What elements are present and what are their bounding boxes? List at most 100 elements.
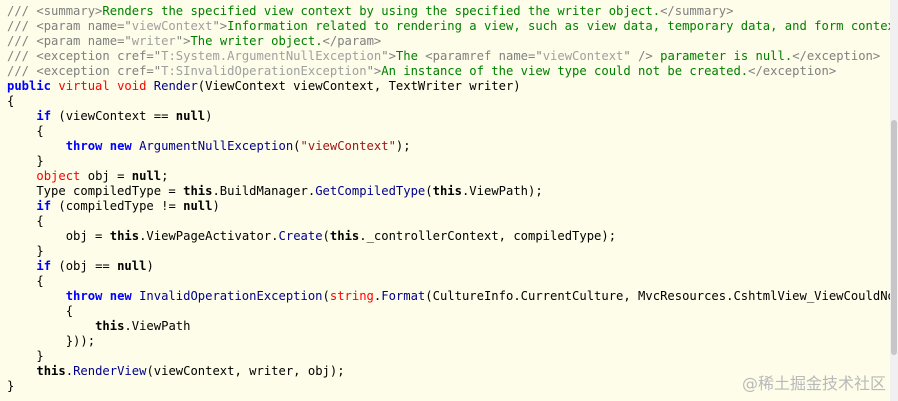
- code-token: this: [329, 229, 360, 243]
- code-token: this: [432, 184, 462, 198]
- code-token: .BuildManager.: [212, 184, 316, 198]
- code-token: null: [183, 199, 213, 213]
- code-line: /// <param name="writer">The writer obje…: [0, 34, 890, 49]
- code-token: ): [212, 199, 220, 213]
- code-token: ///: [7, 49, 37, 63]
- code-line: }: [0, 349, 890, 364]
- code-token: (ViewContext viewContext, TextWriter wri…: [197, 79, 521, 93]
- code-token: Type compiledType =: [7, 184, 184, 198]
- code-token: this: [109, 229, 140, 243]
- code-token: {: [7, 304, 74, 318]
- code-line: {: [0, 94, 890, 109]
- code-token: this: [95, 319, 125, 333]
- code-token: (: [322, 289, 330, 303]
- code-line: throw new ArgumentNullException("viewCon…: [0, 139, 890, 154]
- code-token: obj =: [7, 229, 110, 243]
- code-token: if: [36, 109, 52, 123]
- code-token: Renders the specified view context by us…: [102, 4, 661, 18]
- code-line: object obj = null;: [0, 169, 890, 184]
- code-token: if: [36, 259, 52, 273]
- code-token: ): [146, 259, 154, 273]
- code-token: .ViewPageActivator.: [139, 229, 279, 243]
- code-token: ">: [366, 64, 382, 78]
- code-token: this: [36, 364, 66, 378]
- vertical-scrollbar[interactable]: [890, 0, 898, 401]
- code-token: <param name=": [36, 19, 132, 33]
- code-token: InvalidOperationException: [139, 289, 323, 303]
- code-line: public virtual void Render(ViewContext v…: [0, 79, 890, 94]
- code-token: ">: [212, 19, 228, 33]
- code-token: ///: [7, 64, 37, 78]
- code-token: Information related to rendering a view,…: [227, 19, 890, 33]
- code-line: }: [0, 244, 890, 259]
- code-token: <summary>: [36, 4, 103, 18]
- code-line: Type compiledType = this .BuildManager.Ge…: [0, 184, 890, 199]
- code-line: /// <summary>Renders the specified view …: [0, 4, 890, 19]
- code-token: Render: [153, 79, 198, 93]
- code-line: {: [0, 214, 890, 229]
- code-token: <paramref name=": [425, 49, 543, 63]
- code-token: ._controllerContext, compiledType);: [359, 229, 617, 243]
- code-line: {: [0, 124, 890, 139]
- code-token: {: [7, 214, 44, 228]
- code-token: </param>: [322, 34, 382, 48]
- code-token: </summary>: [660, 4, 734, 18]
- code-token: " />: [623, 49, 653, 63]
- code-token: Format: [381, 289, 426, 303]
- code-token: ArgumentNullException: [139, 139, 294, 153]
- code-line: if (obj == null): [0, 259, 890, 274]
- code-line: {: [0, 304, 890, 319]
- code-token: <exception cref=": [36, 64, 162, 78]
- code-token: public: [7, 79, 59, 93]
- code-token: (: [293, 139, 301, 153]
- code-token: (: [425, 184, 433, 198]
- code-token: (: [322, 229, 330, 243]
- code-token: RenderView: [73, 364, 147, 378]
- code-token: .ViewPath: [124, 319, 191, 333]
- code-token: T:SInvalidOperationException: [161, 64, 367, 78]
- code-token: null: [131, 169, 162, 183]
- code-token: The writer object.: [190, 34, 323, 48]
- code-token: throw new: [65, 139, 140, 153]
- code-token: );: [395, 139, 411, 153]
- code-token: {: [7, 124, 44, 138]
- scrollbar-thumb[interactable]: [891, 120, 897, 355]
- code-token: ///: [7, 34, 37, 48]
- code-line: /// <exception cref="T:SInvalidOperation…: [0, 64, 890, 79]
- code-token: ///: [7, 4, 37, 18]
- code-line: throw new InvalidOperationException(stri…: [0, 289, 890, 304]
- code-token: (obj ==: [51, 259, 118, 273]
- code-token: null: [117, 259, 147, 273]
- code-editor[interactable]: /// <summary>Renders the specified view …: [0, 0, 890, 401]
- code-token: Create: [278, 229, 323, 243]
- code-token: obj =: [80, 169, 132, 183]
- code-line: /// <param name="viewContext">Informatio…: [0, 19, 890, 34]
- code-token: (compiledType !=: [51, 199, 184, 213]
- code-token: }: [7, 379, 15, 393]
- code-token: ">: [381, 49, 396, 63]
- code-token: ">: [175, 34, 191, 48]
- code-token: ///: [7, 19, 37, 33]
- code-token: string: [329, 289, 374, 303]
- code-token: <exception cref=": [36, 49, 162, 63]
- watermark-text: @稀土掘金技术社区: [741, 374, 886, 393]
- code-line: obj = this.ViewPageActivator.Create(this…: [0, 229, 890, 244]
- code-line: }: [0, 154, 890, 169]
- code-token: }: [7, 244, 44, 258]
- code-token: (viewContext ==: [51, 109, 176, 123]
- code-token: GetCompiledType: [315, 184, 426, 198]
- code-token: object: [36, 169, 81, 183]
- code-token: {: [7, 94, 15, 108]
- code-token: }: [7, 154, 44, 168]
- code-token: "viewContext": [300, 139, 396, 153]
- code-line: if (compiledType != null): [0, 199, 890, 214]
- code-token: viewContext: [542, 49, 624, 63]
- code-line: this.ViewPath: [0, 319, 890, 334]
